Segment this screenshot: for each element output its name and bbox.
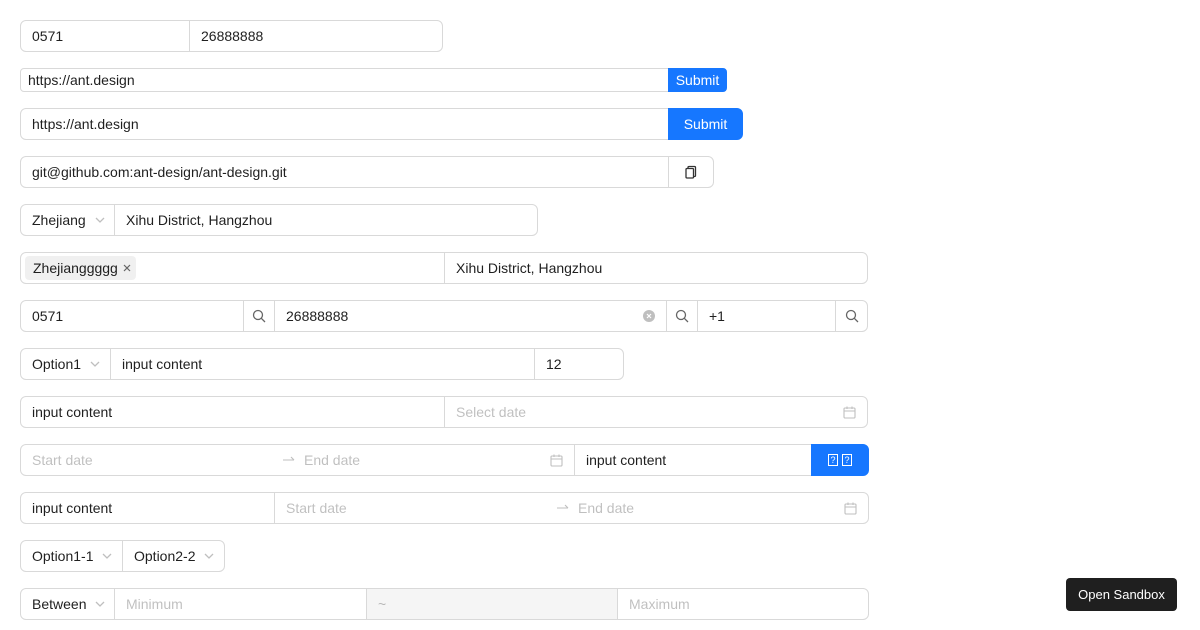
arrow-right-icon (282, 455, 304, 465)
chevron-down-icon (95, 217, 105, 223)
province-address-group: Zhejiang Xihu District, Hangzhou (20, 204, 538, 236)
phone-input[interactable]: 26888888 (189, 20, 443, 52)
url-input[interactable]: https://ant.design (20, 108, 669, 140)
multi-province-address-group: Zhejianggggg Xihu District, Hangzhou (20, 252, 868, 284)
missing-glyph-icon: ? (842, 454, 852, 466)
phone-search-input[interactable]: 26888888 (274, 300, 667, 332)
missing-glyph-icon: ? (828, 454, 838, 466)
calendar-icon (844, 502, 857, 515)
chevron-down-icon (205, 553, 214, 559)
address-input-2[interactable]: Xihu District, Hangzhou (444, 252, 868, 284)
content-input-3[interactable]: input content (574, 444, 812, 476)
minimum-input[interactable]: Minimum (114, 588, 367, 620)
content-input[interactable]: input content (110, 348, 535, 380)
date-range-picker-2[interactable]: Start date End date (274, 492, 869, 524)
clear-icon[interactable] (643, 310, 655, 322)
copy-icon (685, 165, 697, 179)
area-code-search-input[interactable]: 0571 (20, 300, 244, 332)
province-select[interactable]: Zhejiang (20, 204, 115, 236)
maximum-input[interactable]: Maximum (617, 588, 869, 620)
submit-button[interactable]: Submit (668, 108, 743, 140)
content-range-group: input content Start date End date (20, 492, 869, 524)
search-button-2[interactable] (666, 300, 698, 332)
range-separator: ~ (366, 588, 618, 620)
between-range-group: Between Minimum ~ Maximum (20, 588, 869, 620)
address-input[interactable]: Xihu District, Hangzhou (114, 204, 538, 236)
content-input-2[interactable]: input content (20, 396, 445, 428)
unknown-glyph-button[interactable]: ?? (811, 444, 869, 476)
date-picker[interactable]: Select date (444, 396, 868, 428)
province-multi-select[interactable]: Zhejianggggg (20, 252, 445, 284)
phone-compact-group: 0571 26888888 (20, 20, 443, 52)
search-icon (252, 309, 266, 323)
number-input[interactable]: 12 (534, 348, 624, 380)
chevron-down-icon (96, 601, 105, 607)
arrow-right-icon (556, 503, 578, 513)
chevron-down-icon (90, 361, 100, 367)
range-content-button-group: Start date End date input content ?? (20, 444, 869, 476)
url-input-small[interactable]: https://ant.design (20, 68, 669, 92)
tag-close-icon[interactable] (122, 263, 132, 273)
copy-button[interactable] (668, 156, 714, 188)
content-date-group: input content Select date (20, 396, 868, 428)
chevron-down-icon (103, 553, 112, 559)
selected-tag: Zhejianggggg (25, 256, 136, 280)
calendar-icon (843, 406, 856, 419)
option1-select[interactable]: Option1-1 (20, 540, 123, 572)
option-select[interactable]: Option1 (20, 348, 111, 380)
content-input-4[interactable]: input content (20, 492, 275, 524)
search-icon (845, 309, 858, 323)
date-range-picker[interactable]: Start date End date (20, 444, 575, 476)
search-button-1[interactable] (243, 300, 275, 332)
git-url-input[interactable]: git@github.com:ant-design/ant-design.git (20, 156, 669, 188)
calendar-icon (550, 454, 563, 467)
submit-button-small[interactable]: Submit (668, 68, 727, 92)
url-submit-group: https://ant.design Submit (20, 108, 743, 140)
search-button-3[interactable] (835, 300, 868, 332)
two-selects-group: Option1-1 Option2-2 (20, 540, 225, 572)
option-content-number-group: Option1 input content 12 (20, 348, 624, 380)
open-sandbox-button[interactable]: Open Sandbox (1066, 578, 1177, 611)
search-compact-group: 0571 26888888 +1 (20, 300, 868, 332)
between-select[interactable]: Between (20, 588, 115, 620)
option2-select[interactable]: Option2-2 (122, 540, 225, 572)
country-code-search-input[interactable]: +1 (697, 300, 836, 332)
area-code-input[interactable]: 0571 (20, 20, 190, 52)
git-copy-group: git@github.com:ant-design/ant-design.git (20, 156, 714, 188)
search-icon (675, 309, 689, 323)
url-submit-small-group: https://ant.design Submit (20, 68, 727, 92)
